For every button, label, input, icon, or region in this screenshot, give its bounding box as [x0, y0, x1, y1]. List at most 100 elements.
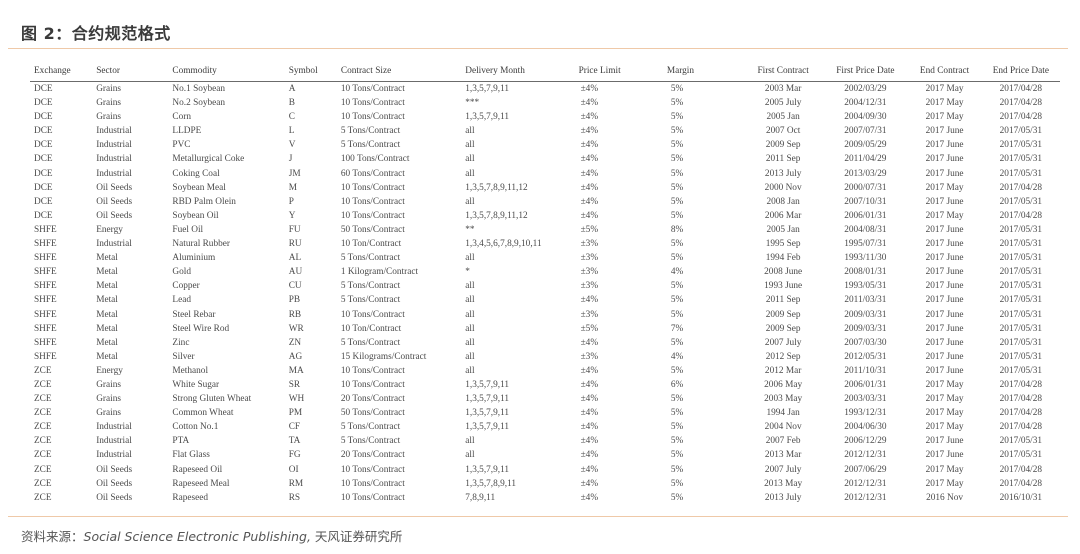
cell-delivery-month: all: [465, 295, 475, 306]
cell-price-limit: ±5%: [580, 224, 599, 235]
cell-contract-size: 10 Tons/Contract: [340, 379, 405, 390]
cell-commodity: No.1 Soybean: [172, 84, 226, 94]
cell-price-limit: ±3%: [580, 309, 599, 320]
cell-sector: Industrial: [96, 168, 132, 179]
cell-symbol: RM: [288, 478, 304, 489]
cell-first-price-date: 2007/07/31: [844, 126, 887, 137]
cell-margin: 5%: [670, 394, 684, 405]
header-exchange: Exchange: [30, 65, 97, 82]
cell-end-contract: 2017 June: [925, 295, 964, 306]
cell-price-limit: ±3%: [580, 351, 599, 362]
cell-end-price-date: 2016/10/31: [999, 492, 1043, 503]
cell-sector: Energy: [96, 224, 123, 235]
cell-contract-size: 100 Tons/Contract: [340, 154, 410, 165]
cell-margin: 5%: [670, 492, 684, 503]
cell-commodity: White Sugar: [172, 379, 220, 390]
cell-margin: 7%: [670, 323, 684, 334]
cell-first-price-date: 2011/10/31: [844, 365, 887, 376]
cell-commodity: Gold: [172, 267, 192, 278]
table-row: SHFE Metal Zinc ZN 5 Tons/Contract all ±4% 5% 20…: [30, 336, 1060, 350]
table-row: SHFE Metal Aluminium AL 5 Tons/Contract all ±3…: [30, 251, 1060, 265]
cell-price-limit: ±4%: [580, 337, 599, 348]
header-end-price-date: End Price Date: [981, 65, 1060, 82]
header-margin: Margin: [666, 65, 744, 82]
cell-contract-size: 1 Kilogram/Contract: [340, 267, 419, 278]
cell-margin: 5%: [670, 210, 684, 221]
table-row: SHFE Metal Lead PB 5 Tons/Contract all ±4% 5% 20…: [30, 293, 1060, 307]
cell-delivery-month: ***: [465, 98, 480, 109]
cell-first-contract: 1993 June: [764, 281, 803, 292]
cell-end-price-date: 2017/04/28: [999, 112, 1043, 123]
source-label: 资料来源：: [21, 529, 84, 544]
cell-margin: 5%: [670, 196, 684, 207]
cell-first-price-date: 2006/01/31: [844, 379, 887, 390]
cell-exchange: DCE: [34, 98, 53, 109]
table-row: SHFE Metal Copper CU 5 Tons/Contract all ±3% 5%…: [30, 279, 1060, 293]
cell-symbol: FG: [288, 450, 301, 461]
cell-exchange: DCE: [34, 196, 53, 207]
cell-price-limit: ±3%: [580, 281, 599, 292]
cell-delivery-month: all: [465, 196, 475, 207]
cell-margin: 5%: [670, 239, 684, 250]
cell-sector: Grains: [96, 98, 121, 109]
cell-delivery-month: **: [465, 224, 475, 235]
cell-commodity: Coking Coal: [172, 168, 220, 179]
cell-symbol: PM: [288, 408, 303, 419]
cell-end-price-date: 2017/05/31: [999, 337, 1043, 348]
cell-first-price-date: 2003/03/31: [844, 394, 887, 405]
cell-commodity: Zinc: [172, 337, 190, 348]
table-row: DCE Grains No.1 Soybean A 10 Tons/Contract 1,…: [30, 82, 1060, 97]
cell-contract-size: 50 Tons/Contract: [340, 224, 405, 235]
cell-first-contract: 2012 Sep: [765, 351, 801, 362]
cell-end-price-date: 2017/04/28: [999, 84, 1043, 94]
cell-margin: 5%: [670, 98, 684, 109]
cell-end-contract: 2017 June: [925, 450, 964, 461]
cell-margin: 5%: [670, 140, 684, 151]
table-row: DCE Oil Seeds Soybean Oil Y 10 Tons/Contract…: [30, 209, 1060, 223]
cell-sector: Oil Seeds: [96, 492, 133, 503]
cell-delivery-month: all: [465, 323, 475, 334]
cell-end-price-date: 2017/05/31: [999, 281, 1043, 292]
cell-price-limit: ±4%: [580, 450, 599, 461]
cell-symbol: JM: [288, 168, 301, 179]
cell-first-contract: 2011 Sep: [765, 295, 801, 306]
cell-price-limit: ±4%: [580, 394, 599, 405]
cell-margin: 5%: [670, 478, 684, 489]
cell-margin: 5%: [670, 365, 684, 376]
contract-spec-table: Exchange Sector Commodity Symbol Contrac…: [30, 65, 1060, 505]
cell-sector: Grains: [96, 84, 121, 94]
cell-first-contract: 2005 Jan: [766, 224, 800, 235]
cell-first-contract: 2003 Mar: [764, 84, 802, 94]
cell-contract-size: 5 Tons/Contract: [340, 436, 401, 447]
cell-end-contract: 2017 June: [925, 253, 964, 264]
cell-exchange: DCE: [34, 168, 53, 179]
cell-price-limit: ±5%: [580, 323, 599, 334]
cell-commodity: Corn: [172, 112, 191, 123]
table-row: ZCE Grains White Sugar SR 10 Tons/Contract 1,…: [30, 378, 1060, 392]
cell-contract-size: 10 Ton/Contract: [340, 239, 402, 250]
cell-end-price-date: 2017/05/31: [999, 436, 1043, 447]
cell-margin: 5%: [670, 295, 684, 306]
cell-exchange: ZCE: [34, 478, 52, 489]
cell-price-limit: ±4%: [580, 196, 599, 207]
cell-end-price-date: 2017/04/28: [999, 464, 1043, 475]
cell-end-contract: 2017 June: [925, 140, 964, 151]
table-row: ZCE Oil Seeds Rapeseed RS 10 Tons/Contract 7,…: [30, 491, 1060, 505]
cell-contract-size: 10 Tons/Contract: [340, 84, 405, 94]
cell-commodity: Soybean Meal: [172, 182, 226, 193]
cell-end-contract: 2017 June: [925, 168, 964, 179]
cell-sector: Metal: [96, 323, 118, 334]
table-row: ZCE Grains Strong Gluten Wheat WH 20 Tons/Co…: [30, 392, 1060, 406]
cell-symbol: CU: [288, 281, 302, 292]
cell-end-contract: 2017 June: [925, 351, 964, 362]
cell-exchange: DCE: [34, 140, 53, 151]
table-row: DCE Grains No.2 Soybean B 10 Tons/Contract **…: [30, 96, 1060, 110]
cell-end-price-date: 2017/04/28: [999, 98, 1043, 109]
header-symbol: Symbol: [288, 65, 341, 82]
cell-first-price-date: 2012/05/31: [844, 351, 887, 362]
cell-contract-size: 15 Kilograms/Contract: [340, 351, 427, 362]
cell-end-contract: 2017 May: [925, 182, 964, 193]
cell-first-contract: 2003 May: [764, 394, 803, 405]
cell-contract-size: 10 Tons/Contract: [340, 478, 405, 489]
cell-end-contract: 2017 May: [925, 408, 964, 419]
